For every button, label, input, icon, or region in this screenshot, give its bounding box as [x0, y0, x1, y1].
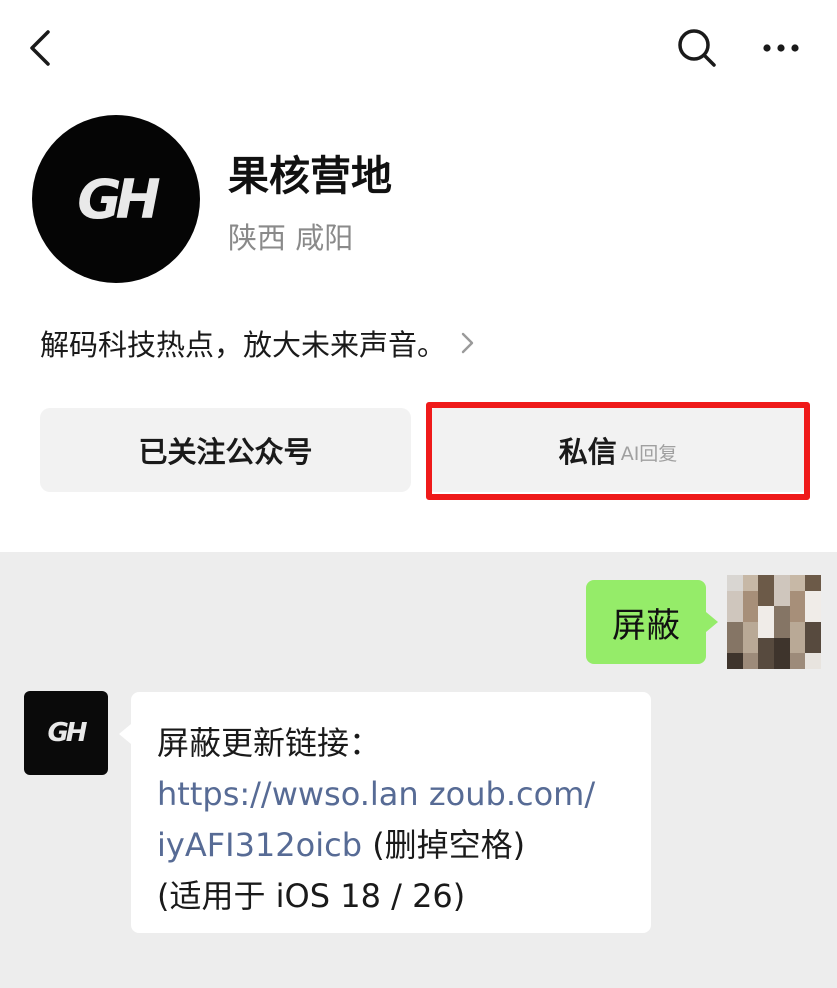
account-name: 果核营地: [228, 152, 392, 200]
avatar-mosaic-cell: [727, 622, 743, 638]
avatar-mosaic-cell: [805, 606, 821, 622]
avatar-mosaic-cell: [758, 622, 774, 638]
avatar-mosaic-cell: [758, 653, 774, 669]
incoming-message-compat-line: (适用于 iOS 18 / 26): [157, 877, 466, 915]
avatar-mosaic-cell: [789, 606, 806, 622]
avatar-mosaic-cell: [805, 575, 821, 591]
avatar-mosaic-cell: [742, 590, 759, 607]
remove-space-note: (删掉空格): [362, 826, 526, 864]
incoming-message-bubble[interactable]: 屏蔽更新链接： https://wwso.lan zoub.com/ iyAFI…: [131, 692, 651, 933]
more-horizontal-icon[interactable]: [756, 24, 806, 72]
avatar-mosaic-cell: [742, 622, 759, 638]
avatar-mosaic-cell: [805, 590, 821, 607]
incoming-bubble-tail: [119, 724, 131, 744]
avatar-mosaic-cell: [727, 590, 743, 607]
avatar-mosaic-cell: [727, 575, 743, 591]
avatar-mosaic-cell: [742, 653, 759, 669]
avatar-mosaic-cell: [774, 622, 790, 638]
avatar-mosaic-cell: [758, 590, 774, 607]
avatar-mosaic-cell: [805, 653, 821, 669]
avatar-mosaic-cell: [727, 637, 743, 654]
ai-reply-label: AI回复: [620, 442, 678, 465]
bot-avatar[interactable]: GH: [24, 691, 108, 775]
account-location: 陕西 咸阳: [228, 221, 354, 255]
search-icon[interactable]: [672, 24, 722, 72]
account-avatar[interactable]: GH: [32, 115, 200, 283]
avatar-mosaic-cell: [789, 637, 806, 654]
avatar-mosaic-cell: [805, 637, 821, 654]
avatar-mosaic-cell: [774, 575, 790, 591]
avatar-mosaic-cell: [789, 590, 806, 607]
incoming-message-line: 屏蔽更新链接：: [157, 724, 382, 762]
avatar-mosaic-cell: [758, 606, 774, 622]
avatar-mosaic-cell: [742, 606, 759, 622]
avatar-mosaic-cell: [727, 606, 743, 622]
avatar-mosaic-cell: [758, 637, 774, 654]
outgoing-message-text: 屏蔽: [612, 605, 680, 646]
chevron-left-icon[interactable]: [20, 24, 64, 72]
avatar-mosaic-cell: [758, 575, 774, 591]
avatar-mosaic-cell: [774, 590, 790, 607]
account-logo: GH: [77, 167, 160, 231]
user-avatar[interactable]: [727, 575, 821, 669]
incoming-message-link-line: https://wwso.lan zoub.com/: [157, 769, 631, 820]
avatar-mosaic-cell: [774, 653, 790, 669]
private-message-label: 私信: [558, 435, 617, 469]
followed-account-label: 已关注公众号: [138, 435, 313, 469]
avatar-mosaic-cell: [774, 637, 790, 654]
avatar-mosaic-cell: [789, 575, 806, 591]
incoming-message-link-line-2: iyAFI312oicb (删掉空格): [157, 820, 631, 871]
update-link-continued[interactable]: iyAFI312oicb: [157, 826, 362, 864]
avatar-mosaic-cell: [789, 653, 806, 669]
avatar-mosaic-cell: [774, 606, 790, 622]
account-description: 解码科技热点，放大未来声音。: [40, 328, 447, 362]
bot-logo: GH: [47, 718, 87, 748]
avatar-mosaic-cell: [789, 622, 806, 638]
avatar-mosaic-cell: [742, 637, 759, 654]
outgoing-message-bubble[interactable]: 屏蔽: [586, 580, 706, 664]
outgoing-bubble-tail: [706, 612, 718, 632]
chevron-right-icon: [461, 332, 474, 354]
top-nav-bar: [0, 0, 837, 100]
update-link[interactable]: https://wwso.lan zoub.com/: [157, 775, 595, 813]
account-description-row[interactable]: 解码科技热点，放大未来声音。: [40, 322, 478, 364]
avatar-mosaic-cell: [742, 575, 759, 591]
avatar-mosaic-cell: [727, 653, 743, 669]
avatar-mosaic-cell: [805, 622, 821, 638]
private-message-button[interactable]: 私信 AI回复: [426, 408, 810, 492]
followed-account-button[interactable]: 已关注公众号: [40, 408, 411, 492]
